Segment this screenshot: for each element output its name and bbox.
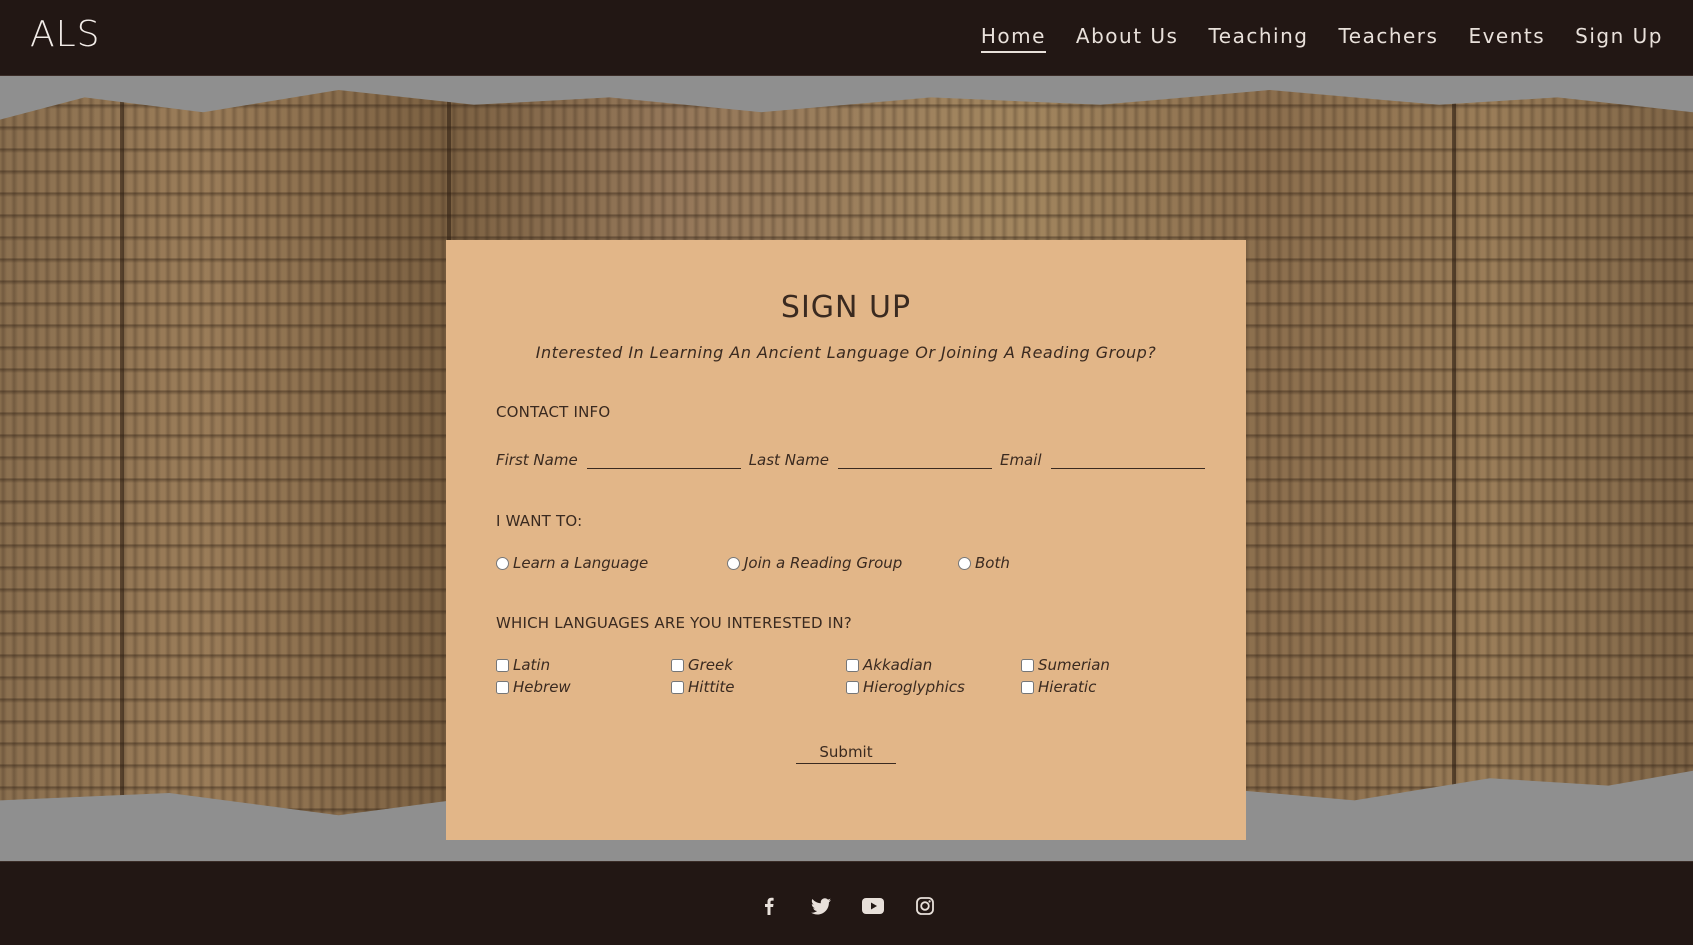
checkbox-option[interactable]: Hebrew	[496, 678, 671, 696]
checkbox-label: Latin	[513, 656, 551, 674]
checkbox-option[interactable]: Hieroglyphics	[846, 678, 1021, 696]
nav-home[interactable]: Home	[980, 24, 1046, 53]
hieroglyphics-checkbox[interactable]	[846, 680, 859, 694]
last-name-label: Last Name	[748, 451, 829, 469]
languages-checkbox-group: Latin Greek Akkadian Sumerian Hebrew Hit…	[496, 656, 1196, 696]
join-reading-group-radio[interactable]	[727, 556, 740, 570]
email-input[interactable]	[1050, 446, 1205, 469]
contact-info-label: CONTACT INFO	[496, 403, 611, 421]
hebrew-checkbox[interactable]	[496, 680, 509, 694]
checkbox-option[interactable]: Hieratic	[1021, 678, 1196, 696]
sumerian-checkbox[interactable]	[1021, 658, 1034, 672]
hero-section: SIGN UP Interested In Learning An Ancien…	[0, 76, 1693, 861]
both-radio[interactable]	[958, 556, 971, 570]
first-name-label: First Name	[496, 451, 578, 469]
form-subtitle: Interested In Learning An Ancient Langua…	[535, 343, 1157, 362]
first-name-field: First Name	[496, 446, 741, 469]
submit-button[interactable]: Submit	[796, 740, 896, 764]
checkbox-option[interactable]: Greek	[671, 656, 846, 674]
checkbox-option[interactable]: Akkadian	[846, 656, 1021, 674]
facebook-icon[interactable]	[756, 893, 782, 919]
last-name-input[interactable]	[837, 446, 992, 469]
radio-label: Learn a Language	[513, 554, 649, 572]
nav-sign-up[interactable]: Sign Up	[1575, 24, 1663, 53]
checkbox-label: Hebrew	[513, 678, 571, 696]
checkbox-option[interactable]: Sumerian	[1021, 656, 1196, 674]
nav-about-us[interactable]: About Us	[1076, 24, 1179, 53]
learn-language-radio[interactable]	[496, 556, 509, 570]
instagram-icon[interactable]	[912, 893, 938, 919]
checkbox-label: Hieratic	[1038, 678, 1097, 696]
twitter-icon[interactable]	[808, 893, 834, 919]
intent-radio-group: Learn a Language Join a Reading Group Bo…	[496, 554, 1010, 572]
radio-option[interactable]: Both	[958, 554, 1010, 572]
checkbox-option[interactable]: Latin	[496, 656, 671, 674]
hieratic-checkbox[interactable]	[1021, 680, 1034, 694]
youtube-icon[interactable]	[860, 893, 886, 919]
radio-label: Both	[975, 554, 1010, 572]
checkbox-label: Akkadian	[863, 656, 933, 674]
form-title: SIGN UP	[780, 290, 912, 325]
checkbox-label: Hittite	[688, 678, 735, 696]
site-header: ALS Home About Us Teaching Teachers Even…	[0, 0, 1693, 76]
checkbox-label: Greek	[688, 656, 733, 674]
site-logo[interactable]: ALS	[30, 14, 101, 55]
nav-events[interactable]: Events	[1468, 24, 1545, 53]
latin-checkbox[interactable]	[496, 658, 509, 672]
radio-option[interactable]: Join a Reading Group	[727, 554, 958, 572]
contact-fields: First Name Last Name Email	[496, 446, 1213, 469]
hittite-checkbox[interactable]	[671, 680, 684, 694]
social-links	[0, 893, 1693, 919]
i-want-to-label: I WANT TO:	[496, 512, 583, 530]
checkbox-option[interactable]: Hittite	[671, 678, 846, 696]
nav-teachers[interactable]: Teachers	[1338, 24, 1438, 53]
checkbox-label: Sumerian	[1038, 656, 1110, 674]
last-name-field: Last Name	[749, 446, 992, 469]
email-field: Email	[1000, 446, 1205, 469]
radio-option[interactable]: Learn a Language	[496, 554, 727, 572]
sign-up-form-card: SIGN UP Interested In Learning An Ancien…	[446, 240, 1246, 840]
email-label: Email	[999, 451, 1042, 469]
checkbox-label: Hieroglyphics	[863, 678, 965, 696]
radio-label: Join a Reading Group	[744, 554, 903, 572]
greek-checkbox[interactable]	[671, 658, 684, 672]
scroll-seam	[1452, 90, 1456, 816]
akkadian-checkbox[interactable]	[846, 658, 859, 672]
languages-label: WHICH LANGUAGES ARE YOU INTERESTED IN?	[496, 614, 852, 632]
site-footer	[0, 861, 1693, 945]
scroll-seam	[120, 90, 124, 816]
nav-teaching[interactable]: Teaching	[1208, 24, 1308, 53]
first-name-input[interactable]	[586, 446, 741, 469]
main-nav: Home About Us Teaching Teachers Events S…	[980, 24, 1663, 53]
